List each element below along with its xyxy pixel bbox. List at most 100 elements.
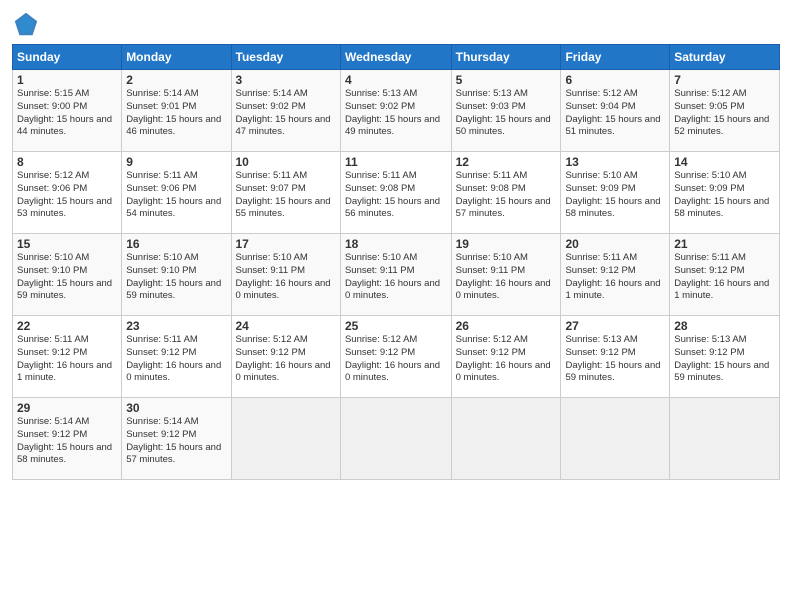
day-number: 10 xyxy=(236,155,336,169)
header xyxy=(12,10,780,38)
day-info: Sunrise: 5:11 AMSunset: 9:12 PMDaylight:… xyxy=(17,334,112,383)
day-number: 5 xyxy=(456,73,557,87)
day-number: 18 xyxy=(345,237,447,251)
day-info: Sunrise: 5:13 AMSunset: 9:03 PMDaylight:… xyxy=(456,88,551,137)
day-number: 26 xyxy=(456,319,557,333)
day-number: 15 xyxy=(17,237,117,251)
calendar-cell: 14 Sunrise: 5:10 AMSunset: 9:09 PMDaylig… xyxy=(670,152,780,234)
calendar-cell: 20 Sunrise: 5:11 AMSunset: 9:12 PMDaylig… xyxy=(561,234,670,316)
calendar-header-sunday: Sunday xyxy=(13,45,122,70)
day-number: 23 xyxy=(126,319,226,333)
calendar-cell: 4 Sunrise: 5:13 AMSunset: 9:02 PMDayligh… xyxy=(340,70,451,152)
calendar-header-row: SundayMondayTuesdayWednesdayThursdayFrid… xyxy=(13,45,780,70)
day-number: 27 xyxy=(565,319,665,333)
day-info: Sunrise: 5:12 AMSunset: 9:05 PMDaylight:… xyxy=(674,88,769,137)
calendar-week-4: 22 Sunrise: 5:11 AMSunset: 9:12 PMDaylig… xyxy=(13,316,780,398)
day-info: Sunrise: 5:10 AMSunset: 9:11 PMDaylight:… xyxy=(345,252,440,301)
calendar-cell: 18 Sunrise: 5:10 AMSunset: 9:11 PMDaylig… xyxy=(340,234,451,316)
day-number: 19 xyxy=(456,237,557,251)
calendar-cell: 26 Sunrise: 5:12 AMSunset: 9:12 PMDaylig… xyxy=(451,316,561,398)
calendar-header-saturday: Saturday xyxy=(670,45,780,70)
day-info: Sunrise: 5:13 AMSunset: 9:12 PMDaylight:… xyxy=(674,334,769,383)
day-number: 8 xyxy=(17,155,117,169)
calendar-cell: 9 Sunrise: 5:11 AMSunset: 9:06 PMDayligh… xyxy=(122,152,231,234)
calendar-cell: 12 Sunrise: 5:11 AMSunset: 9:08 PMDaylig… xyxy=(451,152,561,234)
calendar-header-thursday: Thursday xyxy=(451,45,561,70)
calendar-cell: 6 Sunrise: 5:12 AMSunset: 9:04 PMDayligh… xyxy=(561,70,670,152)
calendar-body: 1 Sunrise: 5:15 AMSunset: 9:00 PMDayligh… xyxy=(13,70,780,480)
day-info: Sunrise: 5:14 AMSunset: 9:02 PMDaylight:… xyxy=(236,88,331,137)
calendar-cell: 7 Sunrise: 5:12 AMSunset: 9:05 PMDayligh… xyxy=(670,70,780,152)
day-info: Sunrise: 5:11 AMSunset: 9:06 PMDaylight:… xyxy=(126,170,221,219)
day-number: 11 xyxy=(345,155,447,169)
calendar-cell: 10 Sunrise: 5:11 AMSunset: 9:07 PMDaylig… xyxy=(231,152,340,234)
day-number: 20 xyxy=(565,237,665,251)
calendar-week-1: 1 Sunrise: 5:15 AMSunset: 9:00 PMDayligh… xyxy=(13,70,780,152)
calendar-cell: 8 Sunrise: 5:12 AMSunset: 9:06 PMDayligh… xyxy=(13,152,122,234)
calendar-cell xyxy=(561,398,670,480)
calendar-cell: 28 Sunrise: 5:13 AMSunset: 9:12 PMDaylig… xyxy=(670,316,780,398)
calendar-cell: 24 Sunrise: 5:12 AMSunset: 9:12 PMDaylig… xyxy=(231,316,340,398)
calendar-cell: 5 Sunrise: 5:13 AMSunset: 9:03 PMDayligh… xyxy=(451,70,561,152)
day-number: 24 xyxy=(236,319,336,333)
day-number: 6 xyxy=(565,73,665,87)
day-info: Sunrise: 5:12 AMSunset: 9:12 PMDaylight:… xyxy=(456,334,551,383)
day-number: 13 xyxy=(565,155,665,169)
calendar-cell xyxy=(670,398,780,480)
calendar-cell: 1 Sunrise: 5:15 AMSunset: 9:00 PMDayligh… xyxy=(13,70,122,152)
calendar-cell: 30 Sunrise: 5:14 AMSunset: 9:12 PMDaylig… xyxy=(122,398,231,480)
calendar-cell: 16 Sunrise: 5:10 AMSunset: 9:10 PMDaylig… xyxy=(122,234,231,316)
day-info: Sunrise: 5:13 AMSunset: 9:12 PMDaylight:… xyxy=(565,334,660,383)
calendar-header-wednesday: Wednesday xyxy=(340,45,451,70)
day-info: Sunrise: 5:14 AMSunset: 9:01 PMDaylight:… xyxy=(126,88,221,137)
calendar-cell: 29 Sunrise: 5:14 AMSunset: 9:12 PMDaylig… xyxy=(13,398,122,480)
day-info: Sunrise: 5:15 AMSunset: 9:00 PMDaylight:… xyxy=(17,88,112,137)
day-info: Sunrise: 5:11 AMSunset: 9:07 PMDaylight:… xyxy=(236,170,331,219)
day-info: Sunrise: 5:12 AMSunset: 9:12 PMDaylight:… xyxy=(236,334,331,383)
main-container: SundayMondayTuesdayWednesdayThursdayFrid… xyxy=(0,0,792,490)
day-info: Sunrise: 5:11 AMSunset: 9:08 PMDaylight:… xyxy=(345,170,440,219)
calendar-week-5: 29 Sunrise: 5:14 AMSunset: 9:12 PMDaylig… xyxy=(13,398,780,480)
day-info: Sunrise: 5:10 AMSunset: 9:09 PMDaylight:… xyxy=(674,170,769,219)
day-info: Sunrise: 5:11 AMSunset: 9:12 PMDaylight:… xyxy=(565,252,660,301)
calendar-cell: 21 Sunrise: 5:11 AMSunset: 9:12 PMDaylig… xyxy=(670,234,780,316)
calendar-cell xyxy=(231,398,340,480)
calendar-cell: 13 Sunrise: 5:10 AMSunset: 9:09 PMDaylig… xyxy=(561,152,670,234)
day-info: Sunrise: 5:11 AMSunset: 9:12 PMDaylight:… xyxy=(126,334,221,383)
calendar-cell: 3 Sunrise: 5:14 AMSunset: 9:02 PMDayligh… xyxy=(231,70,340,152)
calendar-cell: 22 Sunrise: 5:11 AMSunset: 9:12 PMDaylig… xyxy=(13,316,122,398)
day-info: Sunrise: 5:12 AMSunset: 9:12 PMDaylight:… xyxy=(345,334,440,383)
calendar-header-tuesday: Tuesday xyxy=(231,45,340,70)
day-info: Sunrise: 5:13 AMSunset: 9:02 PMDaylight:… xyxy=(345,88,440,137)
calendar-cell: 15 Sunrise: 5:10 AMSunset: 9:10 PMDaylig… xyxy=(13,234,122,316)
day-number: 2 xyxy=(126,73,226,87)
day-number: 7 xyxy=(674,73,775,87)
day-info: Sunrise: 5:12 AMSunset: 9:04 PMDaylight:… xyxy=(565,88,660,137)
day-number: 29 xyxy=(17,401,117,415)
day-number: 22 xyxy=(17,319,117,333)
logo xyxy=(12,10,44,38)
day-number: 14 xyxy=(674,155,775,169)
day-number: 3 xyxy=(236,73,336,87)
day-info: Sunrise: 5:10 AMSunset: 9:10 PMDaylight:… xyxy=(17,252,112,301)
calendar-week-3: 15 Sunrise: 5:10 AMSunset: 9:10 PMDaylig… xyxy=(13,234,780,316)
calendar-header-friday: Friday xyxy=(561,45,670,70)
calendar-cell: 25 Sunrise: 5:12 AMSunset: 9:12 PMDaylig… xyxy=(340,316,451,398)
calendar-header-monday: Monday xyxy=(122,45,231,70)
day-number: 28 xyxy=(674,319,775,333)
calendar-cell: 11 Sunrise: 5:11 AMSunset: 9:08 PMDaylig… xyxy=(340,152,451,234)
calendar-cell: 2 Sunrise: 5:14 AMSunset: 9:01 PMDayligh… xyxy=(122,70,231,152)
day-number: 9 xyxy=(126,155,226,169)
day-info: Sunrise: 5:10 AMSunset: 9:10 PMDaylight:… xyxy=(126,252,221,301)
day-number: 17 xyxy=(236,237,336,251)
day-number: 16 xyxy=(126,237,226,251)
day-number: 30 xyxy=(126,401,226,415)
logo-icon xyxy=(12,10,40,38)
day-info: Sunrise: 5:11 AMSunset: 9:08 PMDaylight:… xyxy=(456,170,551,219)
day-info: Sunrise: 5:11 AMSunset: 9:12 PMDaylight:… xyxy=(674,252,769,301)
day-info: Sunrise: 5:14 AMSunset: 9:12 PMDaylight:… xyxy=(17,416,112,465)
calendar-week-2: 8 Sunrise: 5:12 AMSunset: 9:06 PMDayligh… xyxy=(13,152,780,234)
calendar-cell xyxy=(451,398,561,480)
day-info: Sunrise: 5:10 AMSunset: 9:11 PMDaylight:… xyxy=(456,252,551,301)
day-number: 4 xyxy=(345,73,447,87)
